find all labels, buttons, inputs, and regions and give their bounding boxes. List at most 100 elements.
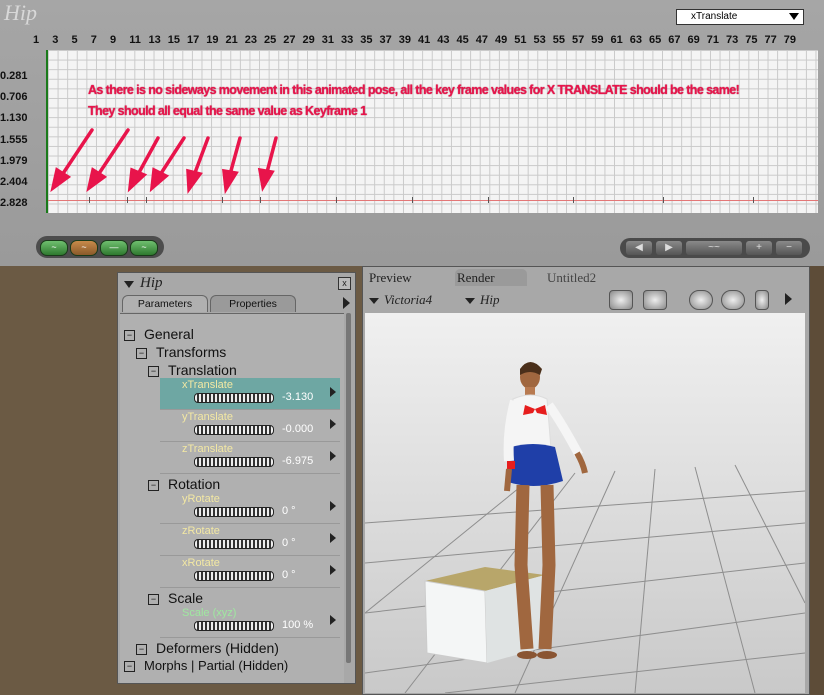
frame-number[interactable]: 75	[745, 34, 757, 46]
frame-number[interactable]: 3	[52, 34, 58, 46]
param-value[interactable]: 100 %	[282, 619, 313, 631]
chevron-right-icon[interactable]	[330, 419, 336, 429]
frame-number[interactable]: 13	[149, 34, 161, 46]
group-transforms[interactable]: − Transforms	[136, 344, 226, 360]
tab-properties[interactable]: Properties	[210, 295, 296, 312]
param-value[interactable]: -3.130	[282, 391, 313, 403]
param-ytranslate[interactable]: yTranslate -0.000	[160, 410, 340, 442]
keyframe-tick[interactable]	[412, 197, 413, 203]
frame-number[interactable]: 69	[688, 34, 700, 46]
frame-number[interactable]: 55	[553, 34, 565, 46]
keyframe-tick[interactable]	[753, 197, 754, 203]
dial-slider[interactable]	[194, 457, 274, 467]
frame-number[interactable]: 41	[418, 34, 430, 46]
animation-curve[interactable]	[48, 200, 818, 201]
hand-icon[interactable]	[755, 290, 769, 310]
actor-dropdown[interactable]: Hip	[465, 292, 500, 308]
keyframe-tick[interactable]	[336, 197, 337, 203]
param-zrotate[interactable]: zRotate 0 °	[160, 524, 340, 556]
camera-select-icon[interactable]	[643, 290, 667, 310]
frame-number[interactable]: 71	[707, 34, 719, 46]
break-spline-button[interactable]: ~	[130, 240, 158, 256]
frame-number[interactable]: 7	[91, 34, 97, 46]
collapse-icon[interactable]: −	[124, 330, 135, 341]
frame-number[interactable]: 29	[303, 34, 315, 46]
keyframe-tick[interactable]	[146, 197, 147, 203]
param-scale[interactable]: Scale (xyz) 100 %	[160, 606, 340, 638]
group-general[interactable]: − General	[124, 326, 194, 342]
frame-number[interactable]: 67	[668, 34, 680, 46]
frame-number[interactable]: 25	[264, 34, 276, 46]
dial-slider[interactable]	[194, 507, 274, 517]
frame-number[interactable]: 77	[765, 34, 777, 46]
chevron-right-icon[interactable]	[330, 565, 336, 575]
group-scale[interactable]: − Scale	[148, 590, 203, 606]
group-translation[interactable]: − Translation	[148, 362, 237, 378]
dial-slider[interactable]	[194, 621, 274, 631]
frame-number[interactable]: 37	[380, 34, 392, 46]
remove-key-button[interactable]: −	[776, 241, 802, 255]
keyframe-tick[interactable]	[573, 197, 574, 203]
dial-slider[interactable]	[194, 425, 274, 435]
constant-curve-button[interactable]: —	[100, 240, 128, 256]
linear-curve-button[interactable]: ~	[70, 240, 98, 256]
frame-number[interactable]: 15	[168, 34, 180, 46]
dial-slider[interactable]	[194, 539, 274, 549]
frame-number[interactable]: 9	[110, 34, 116, 46]
param-value[interactable]: -0.000	[282, 423, 313, 435]
param-value[interactable]: 0 °	[282, 505, 296, 517]
param-xrotate[interactable]: xRotate 0 °	[160, 556, 340, 588]
scrollbar[interactable]	[346, 313, 351, 663]
keyframe-tick[interactable]	[222, 197, 223, 203]
frame-number[interactable]: 35	[360, 34, 372, 46]
parameter-select[interactable]: xTranslate	[676, 9, 804, 25]
tab-untitled2[interactable]: Untitled2	[547, 269, 667, 286]
frame-number[interactable]: 5	[72, 34, 78, 46]
chevron-right-icon[interactable]	[330, 615, 336, 625]
figure-dropdown[interactable]: Victoria4	[369, 292, 432, 308]
panel-menu-icon[interactable]	[124, 281, 134, 288]
frame-number[interactable]: 79	[784, 34, 796, 46]
frame-number[interactable]: 47	[476, 34, 488, 46]
collapse-icon[interactable]: −	[148, 366, 159, 377]
frame-number[interactable]: 45	[457, 34, 469, 46]
keyframe-tick[interactable]	[663, 197, 664, 203]
frame-number[interactable]: 31	[322, 34, 334, 46]
spline-curve-button[interactable]: ~	[40, 240, 68, 256]
frame-number[interactable]: 19	[206, 34, 218, 46]
frame-number[interactable]: 43	[437, 34, 449, 46]
frame-number[interactable]: 65	[649, 34, 661, 46]
collapse-icon[interactable]: −	[148, 480, 159, 491]
add-key-button[interactable]: +	[746, 241, 772, 255]
chevron-right-icon[interactable]	[343, 297, 350, 309]
frame-number[interactable]: 53	[534, 34, 546, 46]
frame-number[interactable]: 61	[611, 34, 623, 46]
frame-number[interactable]: 57	[572, 34, 584, 46]
frame-number[interactable]: 59	[591, 34, 603, 46]
camera-icon[interactable]	[609, 290, 633, 310]
waveform-icon[interactable]: ~~	[686, 241, 742, 255]
frame-number[interactable]: 49	[495, 34, 507, 46]
keyframe-tick[interactable]	[260, 197, 261, 203]
frame-number[interactable]: 51	[514, 34, 526, 46]
close-icon[interactable]: x	[338, 277, 351, 290]
param-value[interactable]: 0 °	[282, 569, 296, 581]
param-yrotate[interactable]: yRotate 0 °	[160, 492, 340, 524]
chevron-right-icon[interactable]	[785, 293, 792, 305]
keyframe-tick[interactable]	[89, 197, 90, 203]
chevron-right-icon[interactable]	[330, 387, 336, 397]
collapse-icon[interactable]: −	[136, 644, 147, 655]
frame-number[interactable]: 21	[226, 34, 238, 46]
tab-preview[interactable]: Preview	[369, 269, 445, 286]
group-rotation[interactable]: − Rotation	[148, 476, 220, 492]
rotate-camera-icon[interactable]	[689, 290, 713, 310]
param-value[interactable]: -6.975	[282, 455, 313, 467]
param-value[interactable]: 0 °	[282, 537, 296, 549]
frame-number[interactable]: 17	[187, 34, 199, 46]
chevron-right-icon[interactable]	[330, 533, 336, 543]
frame-number[interactable]: 39	[399, 34, 411, 46]
3d-viewport[interactable]	[364, 313, 806, 694]
frame-number[interactable]: 63	[630, 34, 642, 46]
chevron-right-icon[interactable]	[330, 451, 336, 461]
move-camera-icon[interactable]	[721, 290, 745, 310]
